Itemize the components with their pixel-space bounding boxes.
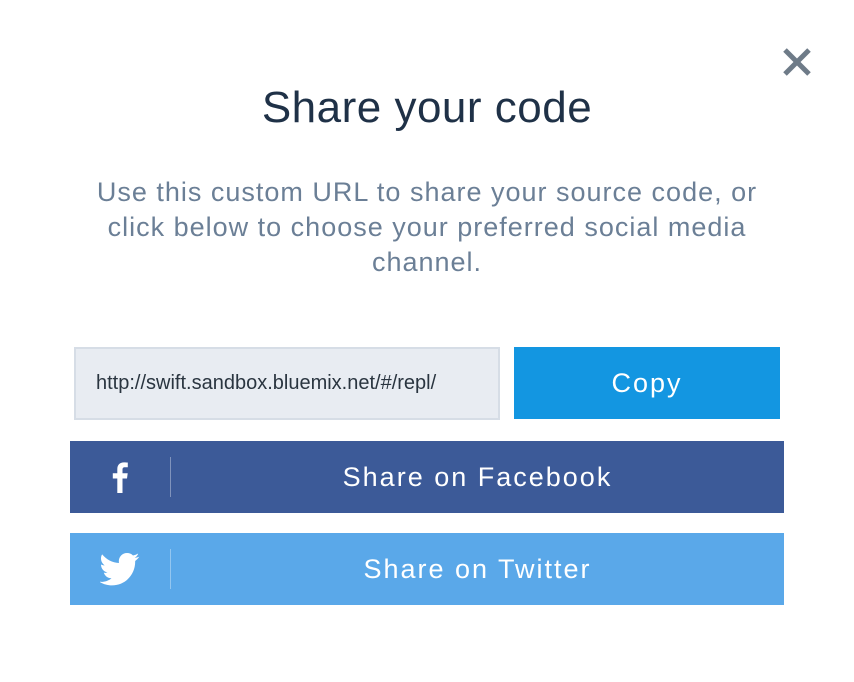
facebook-icon: [112, 462, 128, 493]
share-dialog: Share your code Use this custom URL to s…: [0, 0, 854, 682]
dialog-title: Share your code: [261, 83, 593, 132]
dialog-description: Use this custom URL to share your source…: [96, 177, 758, 277]
twitter-icon: [100, 553, 140, 586]
close-icon: [783, 48, 811, 76]
share-facebook-button[interactable]: Share on Facebook: [70, 441, 784, 513]
close-button[interactable]: [780, 45, 814, 79]
share-url-input[interactable]: [74, 347, 500, 420]
facebook-button-label: Share on Facebook: [342, 462, 613, 492]
copy-button[interactable]: Copy: [514, 347, 780, 419]
share-twitter-button[interactable]: Share on Twitter: [70, 533, 784, 605]
twitter-button-label: Share on Twitter: [363, 554, 592, 584]
